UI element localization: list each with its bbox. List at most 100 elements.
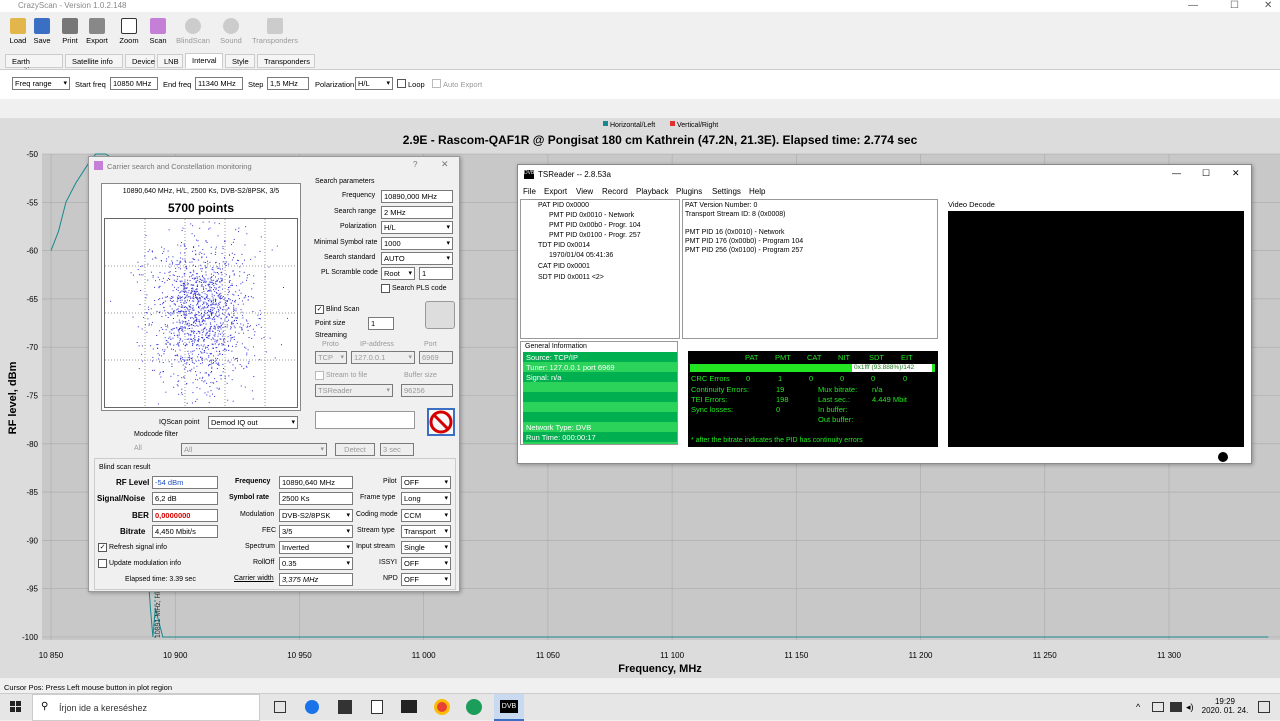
dish-image-icon[interactable]: [425, 301, 455, 329]
range-mode-select[interactable]: Freq range: [12, 77, 70, 90]
tsreader-maximize-icon[interactable]: ☐: [1202, 168, 1210, 179]
blindscan-button[interactable]: BlindScan: [176, 18, 210, 45]
tab-satellite-info[interactable]: Satellite info: [65, 54, 123, 68]
stream-target-select[interactable]: TSReader: [315, 384, 393, 397]
tab-device[interactable]: Device: [125, 54, 155, 68]
transponders-button[interactable]: Transponders: [252, 18, 298, 45]
tree-item[interactable]: PAT PID 0x0000: [538, 202, 589, 209]
tray-chevron-icon[interactable]: ^: [1136, 702, 1140, 712]
taskbar-search[interactable]: ⚲ Írjon ide a kereséshez: [32, 694, 260, 721]
polarization-select[interactable]: H/L: [355, 77, 393, 90]
menu-settings[interactable]: Settings: [712, 187, 741, 196]
sp-pls-select[interactable]: Root: [381, 267, 415, 280]
input-stream-select[interactable]: Single: [401, 541, 451, 554]
frame-type-select[interactable]: Long: [401, 492, 451, 505]
menu-plugins[interactable]: Plugins: [676, 187, 702, 196]
store-icon[interactable]: [338, 700, 352, 714]
menu-help[interactable]: Help: [749, 187, 765, 196]
volume-icon[interactable]: ◂): [1186, 702, 1194, 713]
end-freq-input[interactable]: 11340 MHz: [195, 77, 243, 90]
tray-icon[interactable]: [1152, 702, 1164, 712]
stop-button[interactable]: [427, 408, 455, 436]
update-mod-checkbox[interactable]: [98, 559, 107, 568]
coding-mode-select[interactable]: CCM: [401, 509, 451, 522]
tree-item[interactable]: PMT PID 0x0010 - Network: [549, 212, 634, 219]
menu-file[interactable]: File: [523, 187, 536, 196]
tree-item[interactable]: TDT PID 0x0014: [538, 242, 590, 249]
sp-polarization-select[interactable]: H/L: [381, 221, 453, 234]
carrier-width-label[interactable]: Carrier width: [234, 575, 274, 582]
tree-item[interactable]: PMT PID 0x00b0 - Progr. 104: [549, 222, 641, 229]
proto-select[interactable]: TCP: [315, 351, 347, 364]
zoom-button[interactable]: Zoom: [118, 18, 140, 45]
sp-standard-select[interactable]: AUTO: [381, 252, 453, 265]
iq-scan-select[interactable]: Demod IQ out: [208, 416, 298, 429]
detect-seconds[interactable]: 3 sec: [380, 443, 414, 456]
stream-to-file-checkbox[interactable]: [315, 371, 324, 380]
tsreader-minimize-icon[interactable]: —: [1172, 168, 1181, 178]
sp-range-input[interactable]: 2 MHz: [381, 206, 453, 219]
ip-select[interactable]: 127.0.0.1: [351, 351, 415, 364]
tab-transponders[interactable]: Transponders: [257, 54, 315, 68]
print-button[interactable]: Print: [60, 18, 80, 45]
mod-select[interactable]: DVB-S2/8PSK: [279, 509, 353, 522]
mail-icon[interactable]: [401, 700, 417, 713]
clock[interactable]: 19:29 2020. 01. 24.: [1200, 697, 1250, 715]
constellation-svg: [105, 219, 297, 407]
tab-style[interactable]: Style: [225, 54, 255, 68]
modcode-select[interactable]: All: [181, 443, 327, 456]
minimize-icon[interactable]: —: [1188, 0, 1198, 11]
npd-select[interactable]: OFF: [401, 573, 451, 586]
rolloff-select[interactable]: 0.35: [279, 557, 353, 570]
loop-checkbox[interactable]: [397, 79, 406, 88]
save-button[interactable]: Save: [32, 18, 52, 45]
menu-record[interactable]: Record: [602, 187, 628, 196]
tree-item[interactable]: 1970/01/04 05:41:36: [549, 252, 613, 259]
notifications-icon[interactable]: [1258, 701, 1270, 713]
blind-scan-checkbox[interactable]: ✓: [315, 305, 324, 314]
tab-interval[interactable]: Interval: [185, 53, 223, 68]
scan-button[interactable]: Scan: [148, 18, 168, 45]
tsreader-taskbar-button[interactable]: DVB: [494, 694, 524, 721]
search-pls-checkbox[interactable]: [381, 284, 390, 293]
tree-item[interactable]: PMT PID 0x0100 - Progr. 257: [549, 232, 641, 239]
menu-playback[interactable]: Playback: [636, 187, 668, 196]
task-view-icon[interactable]: [274, 701, 286, 713]
sp-symbol-select[interactable]: 1000: [381, 237, 453, 250]
app-icon[interactable]: [466, 699, 482, 715]
sp-frequency-input[interactable]: 10890,000 MHz: [381, 190, 453, 203]
pilot-select[interactable]: OFF: [401, 476, 451, 489]
sound-button[interactable]: Sound: [218, 18, 244, 45]
tab-lnb[interactable]: LNB: [157, 54, 183, 68]
point-size-input[interactable]: 1: [368, 317, 394, 330]
export-button[interactable]: Export: [84, 18, 110, 45]
refresh-checkbox[interactable]: ✓: [98, 543, 107, 552]
tree-item[interactable]: SDT PID 0x0011 <2>: [538, 274, 604, 281]
help-icon[interactable]: ?: [413, 160, 417, 169]
tab-earth-position[interactable]: Earth position: [5, 54, 63, 75]
maximize-icon[interactable]: ☐: [1230, 0, 1239, 11]
fec-select[interactable]: 3/5: [279, 525, 353, 538]
detect-button[interactable]: Detect: [335, 443, 375, 456]
port-input[interactable]: 6969: [419, 351, 453, 364]
load-button[interactable]: Load: [8, 18, 28, 45]
auto-export-checkbox[interactable]: [432, 79, 441, 88]
start-freq-input[interactable]: 10850 MHz: [110, 77, 158, 90]
windows-start-icon[interactable]: [10, 701, 22, 713]
edge-icon[interactable]: [305, 700, 319, 714]
tsreader-close-icon[interactable]: ✕: [1232, 168, 1240, 179]
menu-view[interactable]: View: [576, 187, 593, 196]
document-icon[interactable]: [371, 700, 383, 714]
step-input[interactable]: 1,5 MHz: [267, 77, 309, 90]
stream-type-select[interactable]: Transport: [401, 525, 451, 538]
issyi-select[interactable]: OFF: [401, 557, 451, 570]
network-icon[interactable]: [1170, 702, 1182, 712]
tree-item[interactable]: CAT PID 0x0001: [538, 263, 590, 270]
chrome-icon[interactable]: [434, 699, 450, 715]
close-icon[interactable]: ✕: [1264, 0, 1272, 11]
spectrum-select[interactable]: Inverted: [279, 541, 353, 554]
dialog-close-icon[interactable]: ✕: [441, 159, 449, 170]
menu-export[interactable]: Export: [544, 187, 567, 196]
sp-pls-num[interactable]: 1: [419, 267, 453, 280]
buffer-size-input[interactable]: 96256: [401, 384, 453, 397]
